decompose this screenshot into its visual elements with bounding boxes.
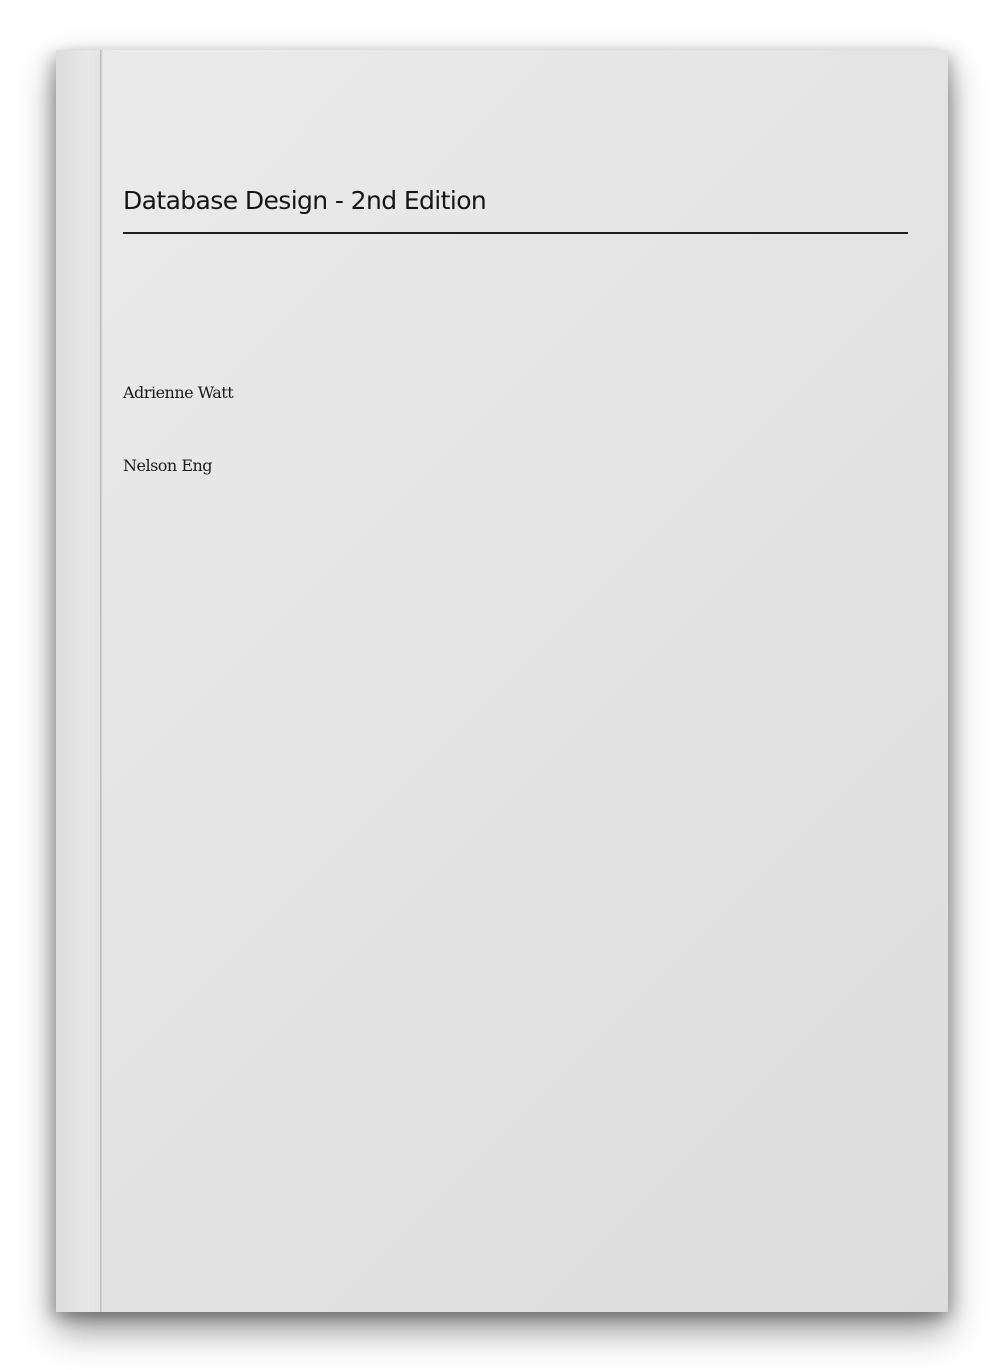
author-name: Nelson Eng bbox=[123, 456, 213, 475]
book-spine bbox=[56, 50, 101, 1312]
book-cover: Database Design - 2nd Edition Adrienne W… bbox=[56, 50, 948, 1312]
spine-crease bbox=[100, 50, 103, 1312]
page-background: Database Design - 2nd Edition Adrienne W… bbox=[0, 0, 1000, 1370]
title-underline bbox=[123, 232, 908, 234]
author-name: Adrienne Watt bbox=[123, 383, 234, 402]
book-title: Database Design - 2nd Edition bbox=[123, 186, 487, 215]
